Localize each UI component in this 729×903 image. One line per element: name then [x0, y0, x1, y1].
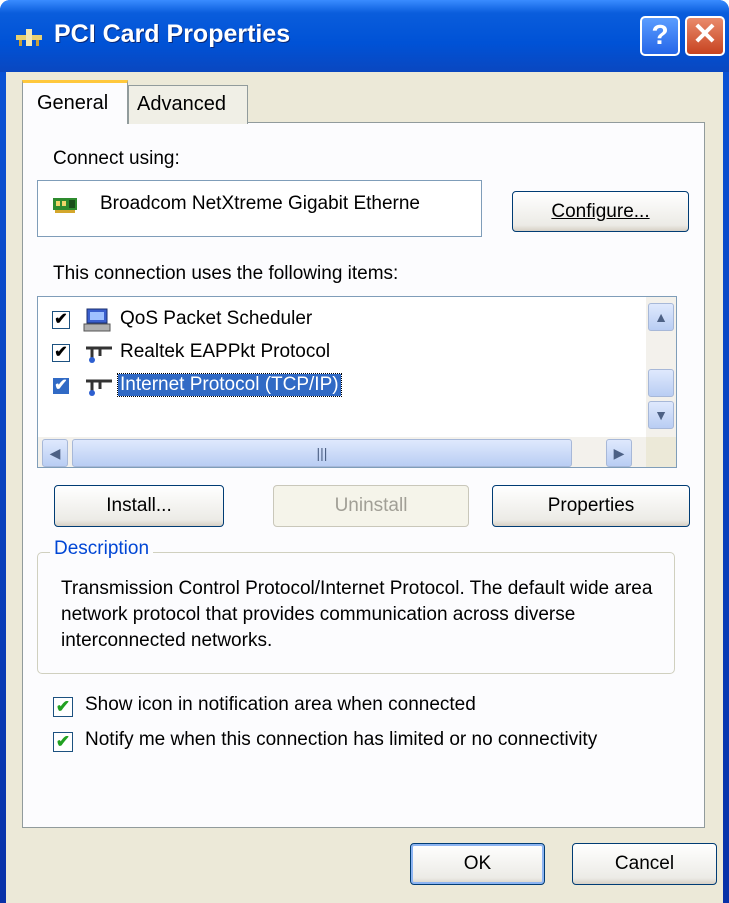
- close-button[interactable]: ✕: [685, 16, 725, 56]
- horizontal-scroll-thumb[interactable]: |||: [72, 439, 572, 467]
- title-bar[interactable]: PCI Card Properties ? ✕: [0, 0, 729, 72]
- notify-label[interactable]: Notify me when this connection has limit…: [85, 729, 597, 751]
- uninstall-button[interactable]: Uninstall: [273, 485, 469, 527]
- items-label: This connection uses the following items…: [53, 263, 399, 284]
- scroll-up-icon[interactable]: ▲: [648, 303, 674, 331]
- item-label: Internet Protocol (TCP/IP): [117, 373, 342, 397]
- cancel-button-label: Cancel: [614, 853, 675, 874]
- list-item[interactable]: ✔ QoS Packet Scheduler: [52, 307, 632, 337]
- connect-using-label: Connect using:: [53, 148, 180, 169]
- list-item-selected[interactable]: ✔ Internet Protocol (TCP/IP): [52, 373, 632, 403]
- ok-button[interactable]: OK: [410, 843, 545, 885]
- scroll-right-icon[interactable]: ▶: [606, 439, 632, 467]
- cancel-button[interactable]: Cancel: [572, 843, 717, 885]
- scroll-thumb[interactable]: [648, 369, 674, 397]
- configure-button-label: Configure...: [551, 201, 650, 222]
- item-checkbox[interactable]: ✔: [52, 377, 70, 395]
- install-button[interactable]: Install...: [54, 485, 224, 527]
- install-button-label: Install...: [106, 495, 172, 516]
- tab-general-label: General: [37, 92, 109, 114]
- adapter-name: Broadcom NetXtreme Gigabit Etherne: [100, 193, 420, 214]
- notify-checkbox[interactable]: ✔: [53, 732, 73, 752]
- window-title: PCI Card Properties: [54, 20, 291, 48]
- protocol-icon: [86, 379, 112, 396]
- help-button[interactable]: ?: [640, 16, 680, 56]
- dialog-window: PCI Card Properties ? ✕ General Advanced…: [0, 0, 729, 903]
- item-checkbox[interactable]: ✔: [52, 311, 70, 329]
- description-title: Description: [50, 538, 154, 560]
- scroll-down-icon[interactable]: ▼: [648, 401, 674, 429]
- properties-button-label: Properties: [547, 495, 635, 516]
- item-label: Realtek EAPPkt Protocol: [120, 341, 331, 362]
- network-card-icon: [16, 29, 42, 46]
- scheduler-icon: [83, 308, 111, 332]
- components-list[interactable]: ✔ QoS Packet Scheduler ✔ Realtek EAPPkt …: [37, 296, 677, 468]
- dialog-client: General Advanced Connect using: Broadcom…: [6, 72, 723, 903]
- properties-button[interactable]: Properties: [492, 485, 690, 527]
- vertical-scrollbar[interactable]: ▲ ▼: [646, 297, 676, 437]
- ok-button-label: OK: [463, 853, 492, 874]
- horizontal-scrollbar[interactable]: ◀ ||| ▶: [38, 437, 648, 467]
- adapter-field: Broadcom NetXtreme Gigabit Etherne: [37, 180, 482, 237]
- network-adapter-icon: [53, 198, 77, 213]
- tab-advanced[interactable]: Advanced: [128, 85, 248, 124]
- tab-general[interactable]: General: [22, 80, 128, 124]
- description-text: Transmission Control Protocol/Internet P…: [61, 578, 653, 651]
- show-icon-checkbox[interactable]: ✔: [53, 697, 73, 717]
- uninstall-button-label: Uninstall: [334, 495, 408, 516]
- scroll-left-icon[interactable]: ◀: [42, 439, 68, 467]
- show-icon-label[interactable]: Show icon in notification area when conn…: [85, 694, 476, 716]
- item-checkbox[interactable]: ✔: [52, 344, 70, 362]
- tab-advanced-label: Advanced: [137, 93, 226, 115]
- protocol-icon: [86, 346, 112, 363]
- item-label: QoS Packet Scheduler: [120, 308, 313, 329]
- list-item[interactable]: ✔ Realtek EAPPkt Protocol: [52, 340, 632, 370]
- scrollbar-corner: [646, 437, 676, 467]
- configure-button[interactable]: Configure...: [512, 191, 689, 232]
